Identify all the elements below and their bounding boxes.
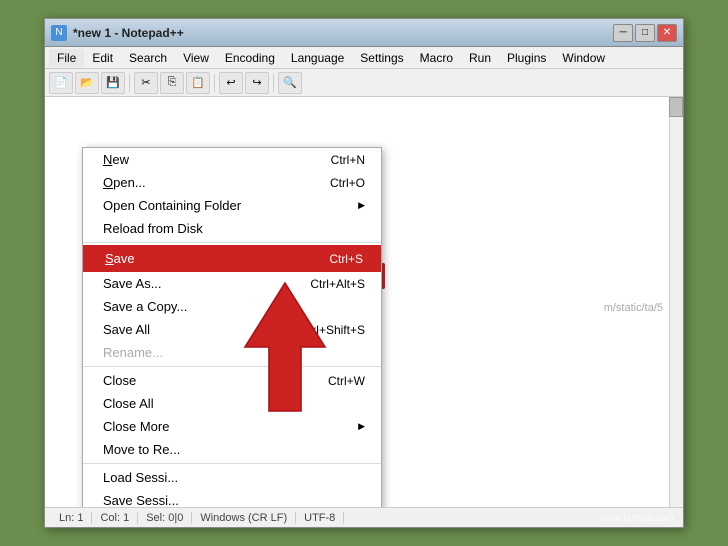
menu-run[interactable]: Run [461,49,499,67]
status-ln: Ln: 1 [51,512,92,524]
menu-item-new[interactable]: New Ctrl+N [83,148,381,171]
scrollbar-vertical[interactable] [669,97,683,507]
menu-item-close[interactable]: Close Ctrl+W [83,369,381,392]
separator-3 [83,463,381,464]
menu-item-open-folder[interactable]: Open Containing Folder [83,194,381,217]
menu-plugins[interactable]: Plugins [499,49,554,67]
status-dos: Windows (CR LF) [192,512,296,524]
menu-view[interactable]: View [175,49,217,67]
maximize-button[interactable]: □ [635,24,655,42]
toolbar-undo[interactable]: ↩ [219,72,243,94]
menu-item-close-more[interactable]: Close More [83,415,381,438]
menu-save-all-shortcut: Ctrl+Shift+S [300,323,365,337]
background-url: m/static/ta/5 [604,302,663,314]
menu-item-save[interactable]: Save Ctrl+S [83,245,381,272]
close-button[interactable]: ✕ [657,24,677,42]
menu-language[interactable]: Language [283,49,352,67]
toolbar-sep-3 [273,74,274,92]
menu-item-save-copy[interactable]: Save a Copy... [83,295,381,318]
menu-open-label: Open... [103,175,310,190]
title-bar: N *new 1 - Notepad++ ─ □ ✕ [45,19,683,47]
content-area: m/static/ta/5 New Ctrl+N Open... Ctrl+O … [45,97,683,507]
toolbar-save[interactable]: 💾 [101,72,125,94]
toolbar-open[interactable]: 📂 [75,72,99,94]
toolbar-sep-1 [129,74,130,92]
menu-save-copy-label: Save a Copy... [103,299,365,314]
menu-window[interactable]: Window [554,49,613,67]
menu-close-label: Close [103,373,308,388]
menu-encoding[interactable]: Encoding [217,49,283,67]
scrollbar-thumb[interactable] [669,97,683,117]
menu-save-as-label: Save As... [103,276,290,291]
menu-settings[interactable]: Settings [352,49,411,67]
menu-close-more-label: Close More [103,419,354,434]
menu-item-rename: Rename... [83,341,381,364]
application-window: N *new 1 - Notepad++ ─ □ ✕ File Edit Sea… [44,18,684,528]
toolbar-sep-2 [214,74,215,92]
menu-bar: File Edit Search View Encoding Language … [45,47,683,69]
menu-new-label: New [103,152,311,167]
menu-close-all-label: Close All [103,396,365,411]
menu-new-shortcut: Ctrl+N [331,153,365,167]
window-wrapper: N *new 1 - Notepad++ ─ □ ✕ File Edit Sea… [44,18,684,528]
menu-rename-label: Rename... [103,345,365,360]
window-title: *new 1 - Notepad++ [73,26,184,40]
toolbar-redo[interactable]: ↪ [245,72,269,94]
status-bar: Ln: 1 Col: 1 Sel: 0|0 Windows (CR LF) UT… [45,507,683,527]
minimize-button[interactable]: ─ [613,24,633,42]
menu-macro[interactable]: Macro [412,49,461,67]
menu-reload-label: Reload from Disk [103,221,365,236]
menu-item-move-recent[interactable]: Move to Re... [83,438,381,461]
menu-open-shortcut: Ctrl+O [330,176,365,190]
toolbar-new[interactable]: 📄 [49,72,73,94]
menu-item-close-all[interactable]: Close All [83,392,381,415]
title-bar-left: N *new 1 - Notepad++ [51,25,184,41]
window-controls: ─ □ ✕ [613,24,677,42]
status-utf8: UTF-8 [296,512,344,524]
toolbar-paste[interactable]: 📋 [186,72,210,94]
status-sel: Sel: 0|0 [138,512,192,524]
menu-save-session-label: Save Sessi... [103,493,365,507]
menu-save-shortcut: Ctrl+S [329,252,363,266]
menu-save-label: Save [105,251,309,266]
menu-file[interactable]: File [49,49,84,67]
menu-close-shortcut: Ctrl+W [328,374,365,388]
menu-item-save-session[interactable]: Save Sessi... [83,489,381,507]
menu-item-save-as[interactable]: Save As... Ctrl+Alt+S [83,272,381,295]
menu-search[interactable]: Search [121,49,175,67]
menu-save-all-label: Save All [103,322,280,337]
watermark: www.bimeiz.com [600,513,674,524]
separator-2 [83,366,381,367]
menu-move-recent-label: Move to Re... [103,442,365,457]
menu-open-folder-label: Open Containing Folder [103,198,354,213]
separator-1 [83,242,381,243]
toolbar-find[interactable]: 🔍 [278,72,302,94]
menu-edit[interactable]: Edit [84,49,121,67]
menu-item-reload[interactable]: Reload from Disk [83,217,381,240]
menu-item-open[interactable]: Open... Ctrl+O [83,171,381,194]
status-col: Col: 1 [92,512,138,524]
toolbar: 📄 📂 💾 ✂ ⎘ 📋 ↩ ↪ 🔍 [45,69,683,97]
toolbar-copy[interactable]: ⎘ [160,72,184,94]
menu-item-save-all[interactable]: Save All Ctrl+Shift+S [83,318,381,341]
app-icon: N [51,25,67,41]
menu-item-load-session[interactable]: Load Sessi... [83,466,381,489]
menu-save-as-shortcut: Ctrl+Alt+S [310,277,365,291]
menu-load-session-label: Load Sessi... [103,470,365,485]
toolbar-cut[interactable]: ✂ [134,72,158,94]
file-dropdown-menu: New Ctrl+N Open... Ctrl+O Open Containin… [82,147,382,507]
